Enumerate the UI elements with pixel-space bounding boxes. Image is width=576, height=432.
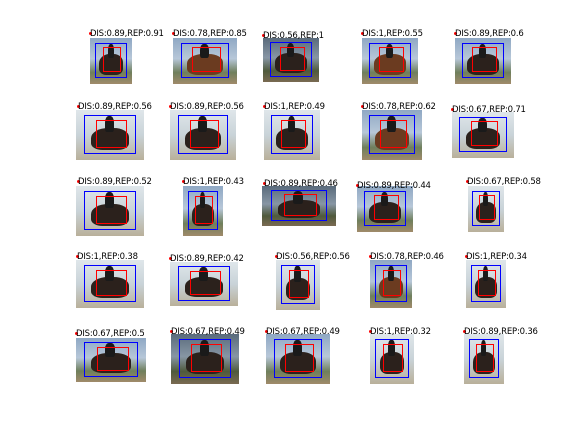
- horse-rider-photo: [466, 260, 506, 308]
- horse-rider-photo: [362, 38, 418, 84]
- score-label: DIS:1,REP:0.38: [77, 252, 138, 262]
- horse-rider-photo: [76, 110, 144, 160]
- horse-rider-photo: [76, 338, 146, 382]
- score-label: DIS:0.67,REP:0.58: [467, 177, 541, 187]
- part-box-red: [383, 344, 403, 372]
- part-box-red: [280, 120, 306, 148]
- horse-rider-photo: [370, 334, 414, 384]
- part-box-red: [192, 47, 221, 73]
- score-label: DIS:1,REP:0.49: [264, 102, 325, 112]
- horse-rider-photo: [264, 110, 320, 160]
- score-label: DIS:0.89,REP:0.56: [170, 102, 244, 112]
- horse-rider-photo: [455, 38, 511, 84]
- horse-rider-photo: [183, 186, 223, 236]
- horse-rider-photo: [276, 260, 320, 310]
- score-label: DIS:0.78,REP:0.46: [370, 252, 444, 262]
- part-box-red: [378, 47, 404, 73]
- horse-rider-photo: [464, 334, 504, 384]
- score-label: DIS:1,REP:0.34: [466, 252, 527, 262]
- score-label: DIS:1,REP:0.43: [183, 177, 244, 187]
- score-label: DIS:0.89,REP:0.44: [357, 181, 431, 191]
- horse-rider-photo: [170, 110, 236, 160]
- score-label: DIS:0.67,REP:0.49: [171, 327, 245, 337]
- part-box-red: [191, 344, 222, 372]
- horse-rider-photo: [262, 186, 336, 226]
- part-box-red: [284, 194, 318, 216]
- part-box-red: [102, 47, 122, 73]
- part-box-red: [96, 269, 127, 296]
- part-box-red: [478, 269, 496, 296]
- part-box-red: [476, 344, 494, 372]
- score-label: DIS:0.56,REP:0.56: [276, 252, 350, 262]
- horse-rider-photo: [362, 110, 422, 160]
- thumbnail-grid: DIS:0.89,REP:0.91 DIS:0.78,REP:0.85 DIS:0.…: [0, 0, 576, 432]
- part-box-red: [471, 47, 497, 73]
- horse-rider-photo: [266, 334, 330, 384]
- horse-rider-photo: [357, 186, 413, 232]
- part-box-red: [380, 120, 407, 148]
- part-box-red: [96, 196, 127, 224]
- horse-rider-photo: [170, 262, 238, 306]
- score-label: DIS:0.67,REP:0.5: [76, 329, 145, 339]
- part-box-red: [470, 121, 499, 147]
- part-box-red: [195, 196, 213, 224]
- horse-rider-photo: [263, 38, 319, 82]
- score-label: DIS:1,REP:0.32: [370, 327, 431, 337]
- horse-rider-photo: [171, 334, 239, 384]
- score-label: DIS:0.89,REP:0.42: [170, 254, 244, 264]
- horse-rider-photo: [370, 260, 412, 308]
- score-label: DIS:0.78,REP:0.85: [173, 29, 247, 39]
- score-label: DIS:0.89,REP:0.56: [78, 102, 152, 112]
- score-label: DIS:0.67,REP:0.49: [266, 327, 340, 337]
- horse-rider-photo: [468, 186, 504, 232]
- part-box-red: [289, 270, 309, 298]
- score-label: DIS:0.78,REP:0.62: [362, 102, 436, 112]
- score-label: DIS:0.89,REP:0.36: [464, 327, 538, 337]
- horse-rider-photo: [76, 186, 144, 236]
- horse-rider-photo: [76, 260, 144, 308]
- score-label: DIS:0.89,REP:0.52: [78, 177, 152, 187]
- part-box-red: [478, 195, 495, 221]
- part-box-red: [97, 346, 129, 371]
- part-box-red: [190, 270, 221, 295]
- part-box-red: [96, 120, 127, 148]
- score-label: DIS:0.67,REP:0.71: [452, 105, 526, 115]
- part-box-red: [382, 269, 402, 296]
- part-box-red: [189, 120, 220, 148]
- part-box-red: [285, 344, 314, 372]
- score-label: DIS:1,REP:0.55: [362, 29, 423, 39]
- score-label: DIS:0.89,REP:0.6: [455, 29, 524, 39]
- score-label: DIS:0.89,REP:0.46: [264, 179, 338, 189]
- horse-rider-photo: [452, 112, 514, 158]
- score-label: DIS:0.56,REP:1: [263, 31, 324, 41]
- score-label: DIS:0.89,REP:0.91: [90, 29, 164, 39]
- part-box-red: [373, 195, 399, 221]
- horse-rider-photo: [173, 38, 237, 84]
- horse-rider-photo: [90, 38, 132, 84]
- part-box-red: [279, 46, 305, 71]
